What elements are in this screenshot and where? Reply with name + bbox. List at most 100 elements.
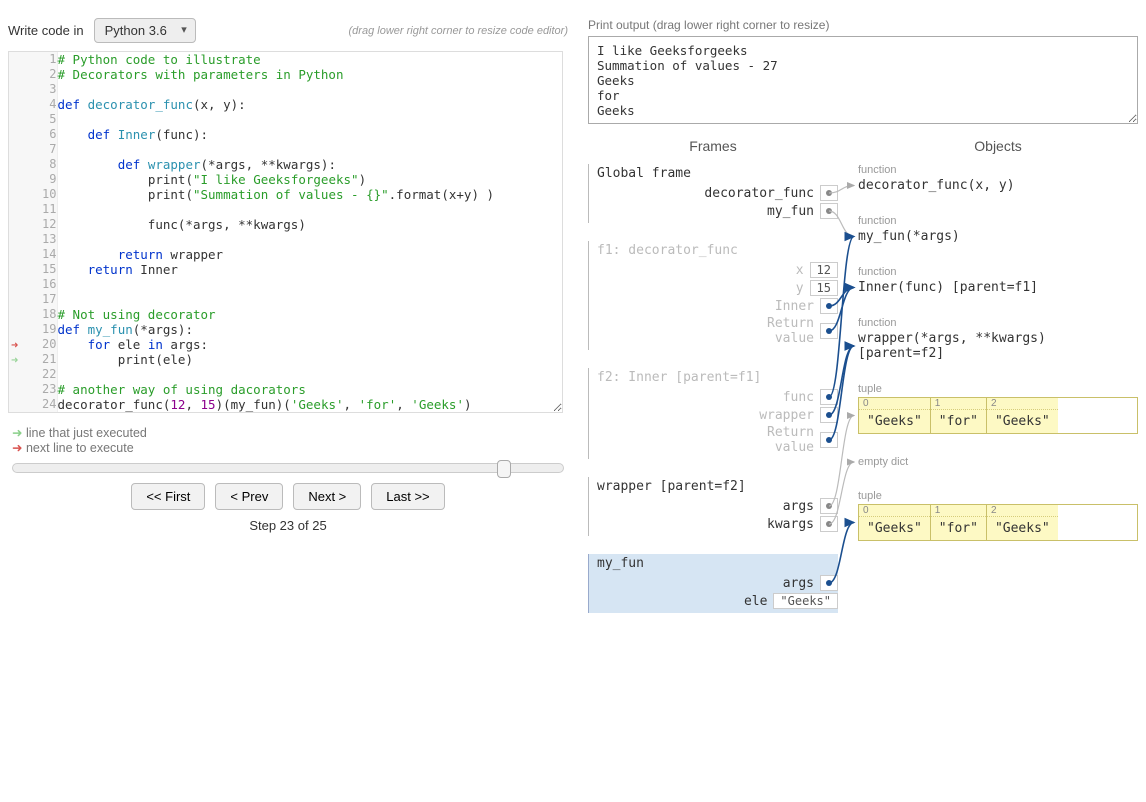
code-line[interactable]: print("Summation of values - {}".format(… [57, 187, 562, 202]
gutter-line: 1 [9, 52, 57, 67]
var-slot [820, 323, 838, 339]
code-line[interactable]: decorator_func(12, 15)(my_fun)('Geeks', … [57, 397, 562, 412]
code-line[interactable]: print(ele) [57, 352, 562, 367]
objects-header: Objects [858, 138, 1138, 154]
frame: my_funargs ele "Geeks" [588, 554, 838, 613]
var-name: args [783, 576, 814, 591]
code-line[interactable] [57, 112, 562, 127]
frame: wrapper [parent=f2]argskwargs [588, 477, 838, 536]
object-type: function [858, 317, 1138, 329]
var-slot: 15 [810, 280, 838, 296]
gutter-line: 18 [9, 307, 57, 322]
object: empty dict [858, 456, 1138, 468]
code-line[interactable] [57, 292, 562, 307]
gutter-line: 5 [9, 112, 57, 127]
gutter-line: 8 [9, 157, 57, 172]
gutter-line: 13 [9, 232, 57, 247]
next-button[interactable]: Next > [293, 483, 361, 510]
frame: f1: decorator_funcx12y15InnerReturn valu… [588, 241, 838, 350]
gutter-line: 2 [9, 67, 57, 82]
code-line[interactable]: for ele in args: [57, 337, 562, 352]
frame-title: wrapper [parent=f2] [597, 479, 838, 494]
next-arrow-icon: ➜ [12, 441, 22, 455]
prev-arrow-icon: ➜ [12, 426, 22, 440]
frame-title: f1: decorator_func [597, 243, 838, 258]
var-slot [820, 203, 838, 219]
var-slot [820, 389, 838, 405]
gutter-line: 7 [9, 142, 57, 157]
last-button[interactable]: Last >> [371, 483, 444, 510]
object-type: function [858, 266, 1138, 278]
gutter-line: 12 [9, 217, 57, 232]
prev-button[interactable]: < Prev [215, 483, 283, 510]
step-label: Step 23 of 25 [8, 518, 568, 533]
frame-title: my_fun [597, 556, 838, 571]
execution-slider[interactable] [12, 463, 564, 473]
object-type: function [858, 215, 1138, 227]
object-type: tuple [858, 383, 1138, 395]
code-editor[interactable]: 1# Python code to illustrate2# Decorator… [8, 51, 563, 413]
code-line[interactable] [57, 202, 562, 217]
frame: f2: Inner [parent=f1]funcwrapperReturn v… [588, 368, 838, 459]
output-label: Print output (drag lower right corner to… [588, 18, 1138, 32]
code-line[interactable] [57, 82, 562, 97]
object: function Inner(func) [parent=f1] [858, 266, 1138, 295]
var-name: x [796, 263, 804, 278]
var-slot [820, 298, 838, 314]
code-line[interactable]: # Not using decorator [57, 307, 562, 322]
tuple: 0"Geeks"1"for"2"Geeks" [858, 397, 1138, 434]
slider-thumb[interactable] [497, 460, 511, 478]
var-name: decorator_func [704, 186, 814, 201]
language-select[interactable]: Python 3.6 [94, 18, 196, 43]
object-type: tuple [858, 490, 1138, 502]
var-slot [820, 516, 838, 532]
var-name: kwargs [767, 517, 814, 532]
object: tuple 0"Geeks"1"for"2"Geeks" [858, 490, 1138, 541]
object: tuple 0"Geeks"1"for"2"Geeks" [858, 383, 1138, 434]
object-type: function [858, 164, 1138, 176]
var-name: y [796, 281, 804, 296]
code-line[interactable]: # Python code to illustrate [57, 52, 562, 67]
var-name: ele [744, 594, 767, 609]
code-line[interactable]: func(*args, **kwargs) [57, 217, 562, 232]
code-line[interactable]: # another way of using dacorators [57, 382, 562, 397]
var-slot [820, 185, 838, 201]
object: function decorator_func(x, y) [858, 164, 1138, 193]
var-slot [820, 498, 838, 514]
gutter-line: 14 [9, 247, 57, 262]
gutter-line: 16 [9, 277, 57, 292]
code-line[interactable]: def Inner(func): [57, 127, 562, 142]
object-repr: Inner(func) [parent=f1] [858, 280, 1138, 295]
frames-header: Frames [588, 138, 838, 154]
code-line[interactable]: def decorator_func(x, y): [57, 97, 562, 112]
code-line[interactable]: return wrapper [57, 247, 562, 262]
gutter-line: 9 [9, 172, 57, 187]
gutter-line: 11 [9, 202, 57, 217]
editor-resize-hint: (drag lower right corner to resize code … [349, 25, 568, 37]
gutter-line: 21 [9, 352, 57, 367]
gutter-line: 4 [9, 97, 57, 112]
output-box[interactable]: I like Geeksforgeeks Summation of values… [588, 36, 1138, 124]
gutter-line: 22 [9, 367, 57, 382]
object-repr: decorator_func(x, y) [858, 178, 1138, 193]
code-line[interactable]: return Inner [57, 262, 562, 277]
code-line[interactable]: print("I like Geeksforgeeks") [57, 172, 562, 187]
code-line[interactable]: def wrapper(*args, **kwargs): [57, 157, 562, 172]
var-name: Inner [775, 299, 814, 314]
var-slot: "Geeks" [773, 593, 838, 609]
gutter-line: 24 [9, 397, 57, 412]
code-line[interactable] [57, 277, 562, 292]
code-line[interactable] [57, 142, 562, 157]
gutter-line: 6 [9, 127, 57, 142]
code-line[interactable] [57, 367, 562, 382]
gutter-line: 15 [9, 262, 57, 277]
var-slot: 12 [810, 262, 838, 278]
tuple: 0"Geeks"1"for"2"Geeks" [858, 504, 1138, 541]
var-slot [820, 432, 838, 448]
write-code-label: Write code in [8, 23, 84, 38]
code-line[interactable]: # Decorators with parameters in Python [57, 67, 562, 82]
code-line[interactable]: def my_fun(*args): [57, 322, 562, 337]
var-name: wrapper [759, 408, 814, 423]
code-line[interactable] [57, 232, 562, 247]
first-button[interactable]: << First [131, 483, 205, 510]
